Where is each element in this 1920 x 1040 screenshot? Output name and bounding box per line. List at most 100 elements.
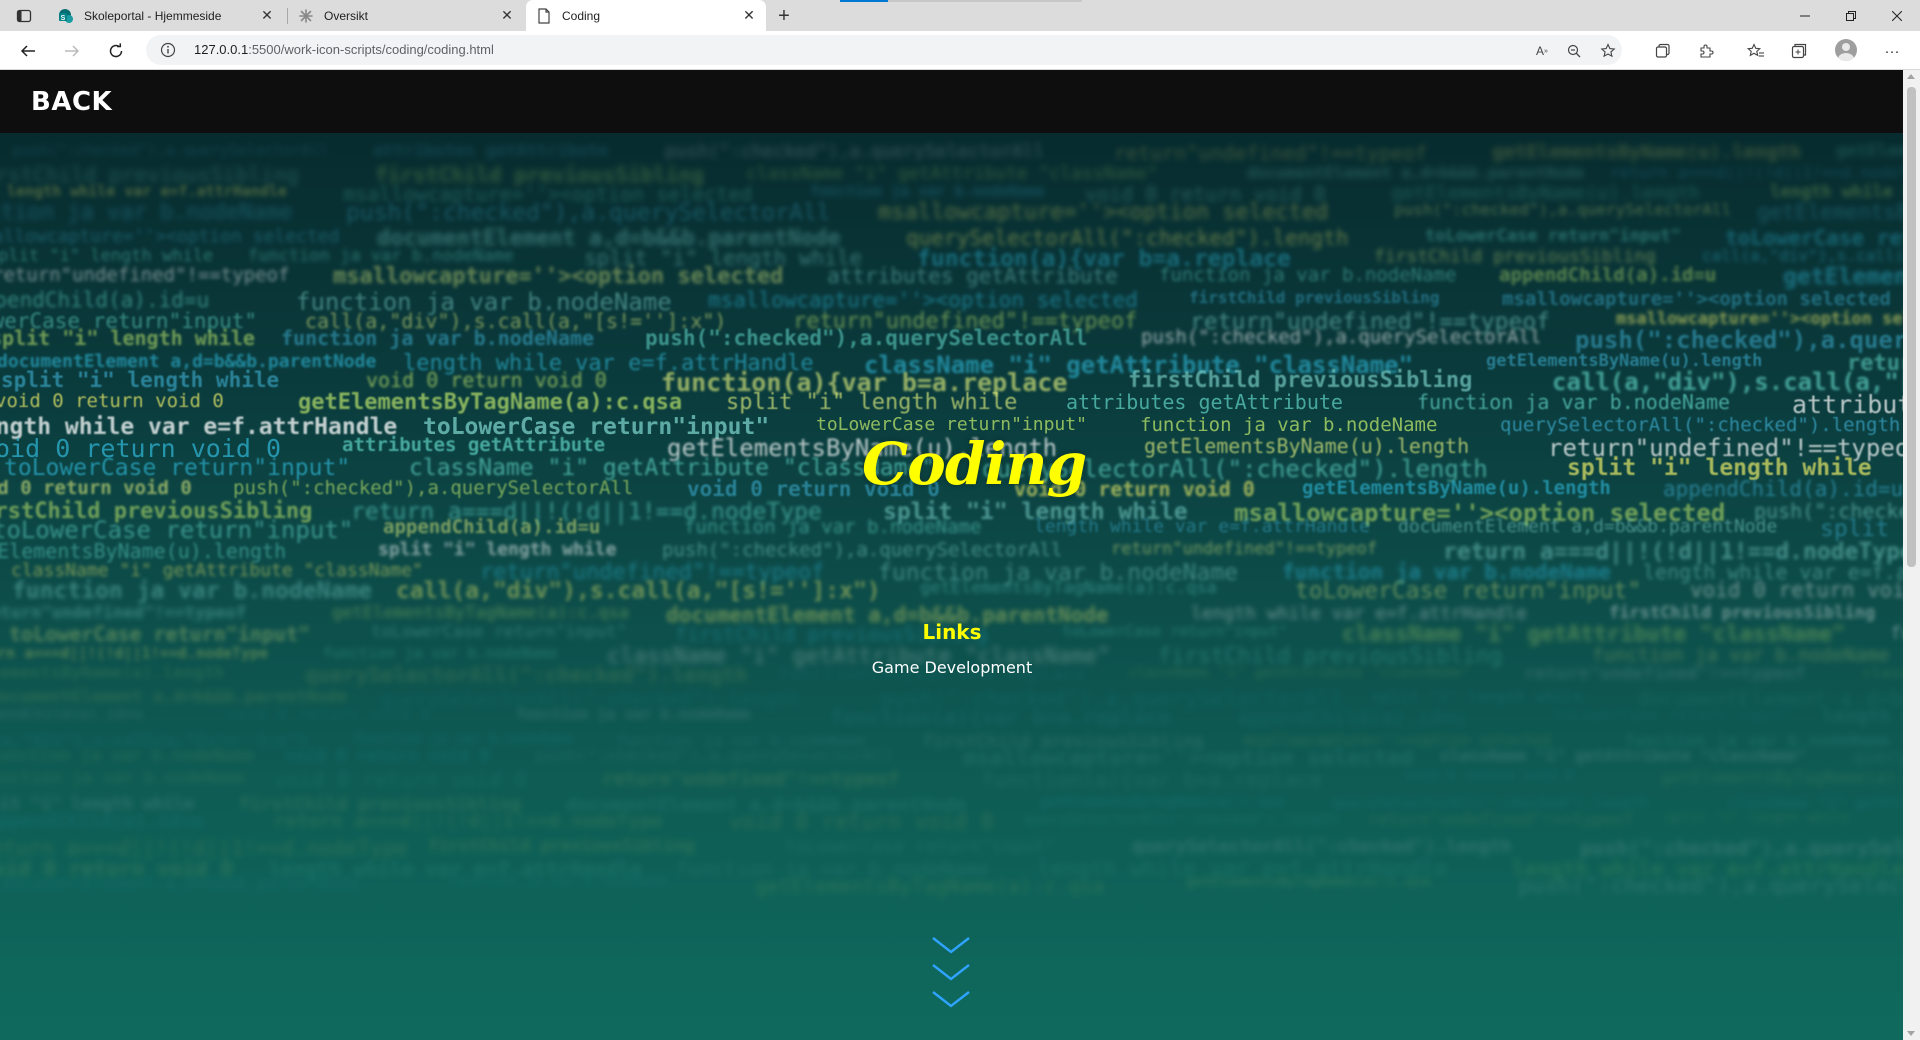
code-background-fragment: function ja var b.nodeName (810, 182, 1045, 200)
code-background-fragment: getElementsByName(u).length (1492, 141, 1801, 163)
profile-avatar-icon[interactable] (1835, 39, 1857, 61)
code-background-fragment: toLowerCase return"input" (1553, 705, 1794, 724)
code-background-fragment: firstChild previousSibling (428, 836, 695, 856)
code-background-fragment: call(a,"div"),s.call(a,"[s!='']:x") (396, 578, 881, 604)
code-background-fragment: getElementsByTagName(a):c.qsa (1661, 768, 1903, 788)
address-bar[interactable]: 127.0.0.1:5500/work-icon-scripts/coding/… (146, 35, 1622, 65)
code-background-fragment: return a===d||!(!d||1!==d.nodeType (274, 810, 663, 832)
code-background-fragment: toLowerCase return"input" (371, 622, 627, 642)
code-background-fragment: className "i" getAttribute "className" (1862, 663, 1903, 682)
tab-collections-icon[interactable] (1787, 39, 1811, 63)
code-background-fragment: function ja var b.nodeName (323, 644, 558, 662)
close-tab-icon[interactable]: ✕ (256, 5, 278, 27)
favorites-icon[interactable] (1744, 39, 1768, 63)
code-background-fragment: querySelectorAll(":checked").length (1132, 836, 1512, 857)
code-background-fragment: getElementsByTagName(a):c.qsa (332, 603, 629, 623)
tab-skoleportal[interactable]: S Skoleportal - Hjemmeside ✕ (48, 0, 284, 31)
tab-title: Oversikt (324, 8, 369, 23)
code-background-fragment: push(":checked"),a.querySelectorAll (1518, 874, 1903, 899)
svg-text:S: S (61, 15, 66, 22)
code-background-fragment: push(":checked"),a.querySelectorAll (1141, 326, 1542, 348)
code-background-fragment: documentElement a,d=b&&b.parentNode (1398, 516, 1778, 537)
code-background-fragment: return"undefined"!==typeof (1111, 539, 1378, 559)
close-tab-icon[interactable]: ✕ (496, 5, 518, 27)
code-background-fragment: documentElement a,d=b&&b.parentNode (1247, 163, 1585, 182)
code-background-fragment: getElementsByTagName(a):c.qsa (755, 874, 1105, 898)
site-info-icon[interactable] (160, 42, 176, 58)
code-background-fragment: appendChild(a).id=u (1663, 477, 1903, 501)
code-background-fragment: void 0 return void 0 (366, 368, 607, 392)
code-background-fragment: function ja var b.nodeName (1140, 414, 1438, 436)
refresh-icon[interactable] (102, 37, 130, 65)
zoom-out-icon[interactable] (1564, 41, 1584, 61)
code-background-fragment: attributes getAttribute (342, 434, 606, 456)
code-background-fragment: msallowcapture=''><option selected (333, 264, 784, 289)
tab-title: Coding (562, 8, 601, 23)
code-background-fragment: return"undefined"!==typeof (1524, 663, 1806, 684)
code-background-fragment: function ja var b.nodeName (1417, 390, 1731, 414)
code-background-fragment: querySelectorAll(":checked").length (1852, 746, 1903, 768)
canvas-icon (298, 8, 314, 24)
loading-track (888, 0, 1082, 2)
restore-button[interactable] (1828, 0, 1874, 31)
tab-title: Skoleportal - Hjemmeside (84, 8, 222, 23)
minimize-button[interactable] (1782, 0, 1828, 31)
url-text: 127.0.0.1:5500/work-icon-scripts/coding/… (194, 42, 494, 57)
code-background-fragment: getElementsByTagName(a):c.qsa (1040, 794, 1285, 810)
extensions-icon[interactable] (1694, 39, 1718, 63)
code-background-fragment: firstChild previousSibling (1609, 603, 1876, 623)
link-game-development[interactable]: Game Development (830, 658, 1074, 677)
more-menu-icon[interactable]: ··· (1880, 39, 1904, 63)
code-background-fragment: push(":checked"),a.querySelectorAll (1394, 200, 1732, 219)
scroll-down-chevrons-icon[interactable] (930, 935, 972, 1017)
code-background-fragment: getElementsByTagName(a):c.qsa (298, 390, 683, 415)
code-background-fragment: split "i" length while (378, 539, 617, 560)
code-background-fragment: return"undefined"!==typeof (1114, 141, 1428, 165)
code-background-fragment: function ja var b.nodeName (0, 200, 293, 225)
code-background-fragment: querySelectorAll(":checked").length (1023, 810, 1340, 828)
close-window-button[interactable] (1874, 0, 1920, 31)
page-scrollbar[interactable] (1903, 70, 1920, 1040)
code-background-fragment: push(":checked"),a.querySelectorAll (12, 141, 329, 159)
code-background-fragment: return"undefined"!==typeof (1368, 810, 1635, 830)
tab-coding[interactable]: Coding ✕ (526, 0, 766, 31)
code-background-fragment: void 0 return void 0 (226, 705, 431, 725)
read-aloud-icon[interactable]: A» (1532, 41, 1552, 61)
scrollbar-thumb[interactable] (1907, 87, 1916, 567)
tab-oversikt[interactable]: Oversikt ✕ (288, 0, 524, 31)
code-background-fragment: length while var e=f.attrHandle (7, 182, 287, 200)
code-background-fragment: return"undefined"!==typeof (0, 603, 247, 623)
code-background-fragment: length while var e=f.attrHandle (1770, 182, 1903, 202)
add-favorite-icon[interactable] (1598, 41, 1618, 61)
page-icon (536, 7, 552, 24)
page-viewport: BACK push(":checked"),a.querySelectorAll… (0, 70, 1903, 1040)
code-background-fragment: function(a){var b=a.replace (830, 705, 1172, 729)
code-background-fragment: documentElement a,d=b&&b.parentNode (0, 687, 348, 707)
code-background-fragment: void 0 return void 0 (729, 810, 994, 835)
code-background-fragment: split "i" length while (1664, 810, 1850, 826)
code-background-fragment: getElementsByName(u).length (1757, 200, 1903, 224)
back-link[interactable]: BACK (31, 87, 112, 117)
code-background-fragment: push(":checked"),a.querySelectorAll (662, 539, 1063, 561)
new-tab-button[interactable]: + (772, 4, 796, 28)
close-tab-icon[interactable]: ✕ (738, 5, 760, 27)
code-background-fragment: void 0 return void 0 (0, 477, 192, 499)
code-background-fragment: push(":checked"),a.querySelectorAll (233, 477, 634, 499)
tab-actions-icon[interactable] (12, 5, 36, 27)
code-background-fragment: toLowerCase return"input" (1295, 578, 1642, 604)
back-arrow-icon[interactable] (14, 37, 42, 65)
forward-arrow-icon[interactable] (58, 37, 86, 65)
url-host: 127.0.0.1 (194, 42, 249, 57)
scroll-up-arrow-icon[interactable] (1907, 74, 1915, 79)
code-background-fragment: function ja var b.nodeName (12, 578, 373, 604)
code-background-fragment: msallowcapture=''><option selected (1502, 288, 1891, 310)
code-background-fragment: function(a){var b=a.replace (981, 768, 1323, 792)
code-background-fragment: split "i" length while (0, 246, 214, 266)
code-background-fragment: className "i" getAttribute "className" (1128, 663, 1472, 681)
code-background-fragment: getElementsByTagName(a):c.qsa (1186, 874, 1431, 890)
scroll-down-arrow-icon[interactable] (1907, 1031, 1915, 1036)
code-background-fragment: return"undefined"!==typeof (0, 264, 290, 286)
code-background-fragment: return a===d||!(!d||1!==d.nodeType (1610, 163, 1903, 182)
code-background-fragment: function ja var b.nodeName (354, 731, 574, 747)
collections-icon[interactable] (1651, 39, 1675, 63)
